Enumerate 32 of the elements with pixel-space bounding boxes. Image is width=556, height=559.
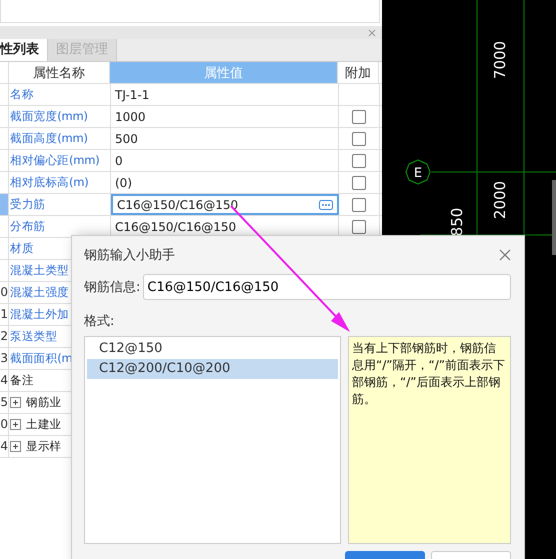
property-value: 0 [115,154,123,168]
field-label: 钢筋信息: [84,279,140,296]
hint-text: 当有上下部钢筋时，钢筋信息用“/”隔开，“/”前面表示下部钢筋，“/”后面表示上部钢筋。 [352,340,506,408]
property-name: 土建业 [26,417,62,432]
column-header: 附加 [338,62,379,83]
property-name: 混凝土类型 [10,263,70,278]
property-name: 分布筋 [10,219,46,234]
dimension-text: 2000 [491,180,509,220]
property-name: 混凝土强度 [10,285,70,300]
property-name: 显示样 [26,439,62,454]
property-name: 相对偏心距(mm) [10,153,100,168]
dimension-text: 7000 [491,40,509,80]
property-value: 500 [115,132,138,146]
property-name: 名称 [10,87,34,102]
property-name: 受力筋 [10,197,46,212]
dialog-title: 钢筋输入小助手 [84,247,175,264]
property-value: (0) [115,176,132,190]
dimension-text: 850 [448,208,466,236]
property-name: 截面高度(mm) [10,131,88,146]
axis-label: E [405,159,431,185]
property-name: 材质 [10,241,34,256]
field-label: 格式: [84,313,116,330]
column-header: 属性值 [110,62,338,83]
property-name: 相对底标高(m) [10,175,89,190]
property-name: 截面宽度(mm) [10,109,88,124]
property-name: 泵送类型 [10,329,58,344]
property-value: TJ-1-1 [115,88,150,102]
property-name: 钢筋业 [26,395,62,410]
property-value: 1000 [115,110,146,124]
property-value: C16@150/C16@150 [115,220,236,234]
property-name: 混凝土外加 [10,307,70,322]
property-name: 备注 [10,373,34,388]
